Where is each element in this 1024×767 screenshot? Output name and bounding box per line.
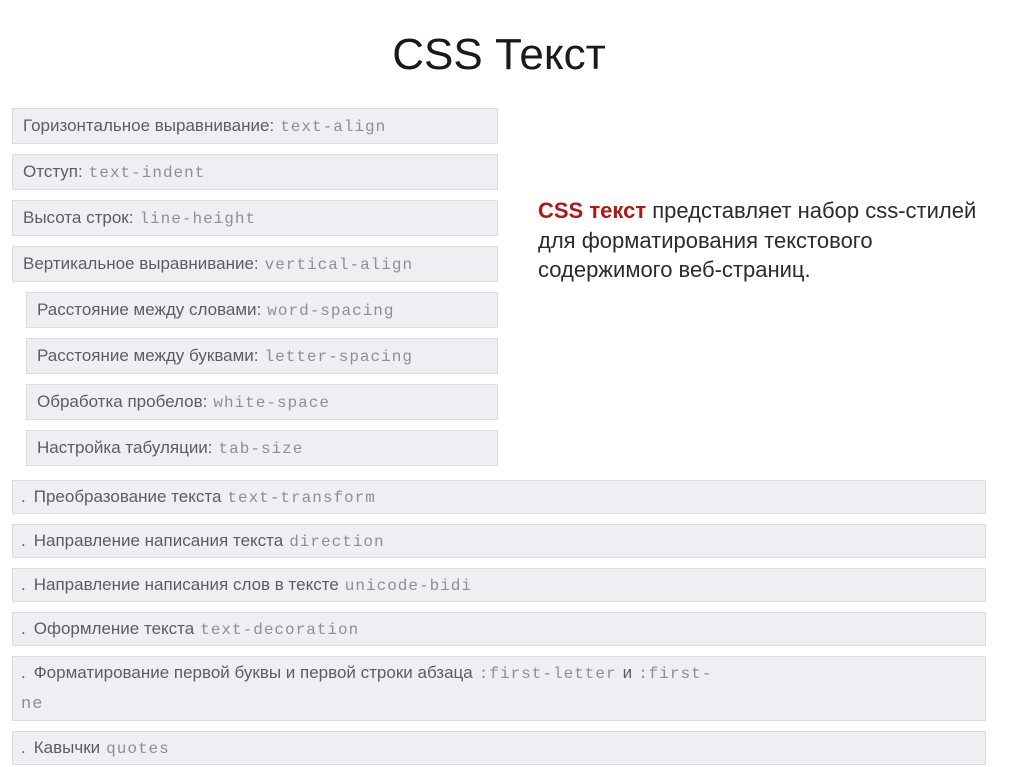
description: CSS текст представляет набор css-стилей … [538,196,978,285]
property-code: vertical-align [265,256,413,274]
property-code: text-align [280,118,386,136]
property-code: text-transform [227,489,375,507]
bullet: . [21,531,26,551]
property-label: Направление написания текста [34,531,283,551]
property-row: Обработка пробелов: white-space [26,384,498,420]
truncated-code: ne [21,695,43,714]
slide: CSS Текст Горизонтальное выравнивание: te… [0,0,1024,767]
right-column: CSS текст представляет набор css-стилей … [538,108,978,476]
property-label: Высота строк: [23,208,133,228]
property-row: Расстояние между словами: word-spacing [26,292,498,328]
bullet: . [21,663,26,683]
property-label: Вертикальное выравнивание: [23,254,259,274]
columns: Горизонтальное выравнивание: text-align От… [12,108,986,476]
property-label: Направление написания слов в тексте [34,575,339,595]
property-label: Обработка пробелов: [37,392,207,412]
property-row: . Направление написания текста direction [12,524,986,558]
property-code: direction [289,533,384,551]
property-label: Оформление текста [34,619,194,639]
slide-title: CSS Текст [12,30,986,80]
property-label: Расстояние между словами: [37,300,261,320]
bullet: . [21,619,26,639]
property-row: . Направление написания слов в тексте unic… [12,568,986,602]
property-code: text-indent [89,164,206,182]
truncated-fragment: ne [12,689,986,721]
property-row: Высота строк: line-height [12,200,498,236]
property-code: word-spacing [267,302,394,320]
property-code: :first-letter [479,665,617,683]
property-row: Вертикальное выравнивание: vertical-align [12,246,498,282]
property-row: . Преобразование текста text-transform [12,480,986,514]
property-code: line-height [139,210,256,228]
property-row: . Кавычки quotes [12,731,986,765]
property-code: quotes [106,740,170,758]
property-row: Настройка табуляции: tab-size [26,430,498,466]
bullet: . [21,738,26,758]
property-code: :first- [638,665,712,683]
property-label: Расстояние между буквами: [37,346,259,366]
separator: и [623,663,633,683]
bullet: . [21,487,26,507]
bullet: . [21,575,26,595]
property-row: . Форматирование первой буквы и первой ст… [12,656,986,690]
property-label: Настройка табуляции: [37,438,213,458]
property-label: Кавычки [34,738,100,758]
property-row: Горизонтальное выравнивание: text-align [12,108,498,144]
left-column: Горизонтальное выравнивание: text-align От… [12,108,498,476]
property-code: unicode-bidi [345,577,472,595]
property-label: Горизонтальное выравнивание: [23,116,274,136]
property-row: . Оформление текста text-decoration [12,612,986,646]
property-code: tab-size [219,440,304,458]
bottom-rows: . Преобразование текста text-transform. Нап… [12,480,986,765]
property-label: Отступ: [23,162,83,182]
property-code: white-space [213,394,330,412]
property-code: text-decoration [200,621,359,639]
description-strong: CSS текст [538,198,646,223]
property-label: Преобразование текста [34,487,222,507]
property-row: Отступ: text-indent [12,154,498,190]
property-row: Расстояние между буквами: letter-spacing [26,338,498,374]
property-label: Форматирование первой буквы и первой стр… [34,663,473,683]
property-code: letter-spacing [265,348,413,366]
